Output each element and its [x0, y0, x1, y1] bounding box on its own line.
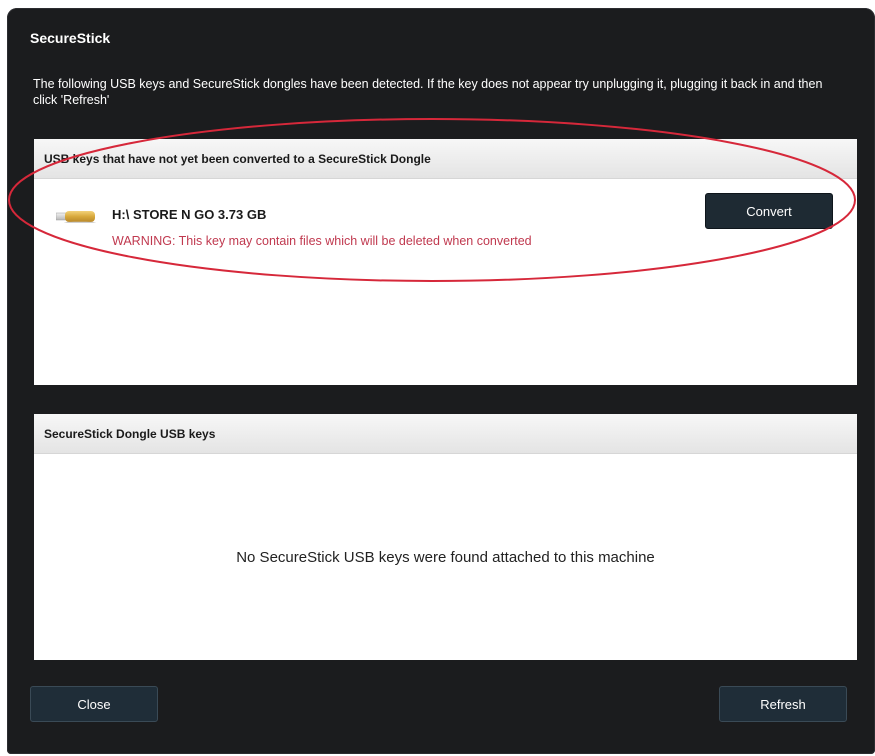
no-dongles-message: No SecureStick USB keys were found attac… [236, 549, 655, 566]
convert-button[interactable]: Convert [705, 193, 833, 229]
dongle-keys-header: SecureStick Dongle USB keys [34, 414, 857, 454]
usb-drive-icon [56, 211, 96, 223]
close-button[interactable]: Close [30, 686, 158, 722]
window-title: SecureStick [30, 30, 111, 46]
usb-key-name: H:\ STORE N GO 3.73 GB [112, 207, 267, 222]
dongle-keys-panel: SecureStick Dongle USB keys No SecureSti… [34, 414, 857, 660]
refresh-button[interactable]: Refresh [719, 686, 847, 722]
intro-text: The following USB keys and SecureStick d… [33, 77, 823, 107]
unconverted-keys-panel: USB keys that have not yet been converte… [34, 139, 857, 385]
usb-key-warning: WARNING: This key may contain files whic… [112, 234, 532, 248]
unconverted-keys-header: USB keys that have not yet been converte… [34, 139, 857, 179]
usb-key-row: H:\ STORE N GO 3.73 GB WARNING: This key… [34, 179, 857, 259]
